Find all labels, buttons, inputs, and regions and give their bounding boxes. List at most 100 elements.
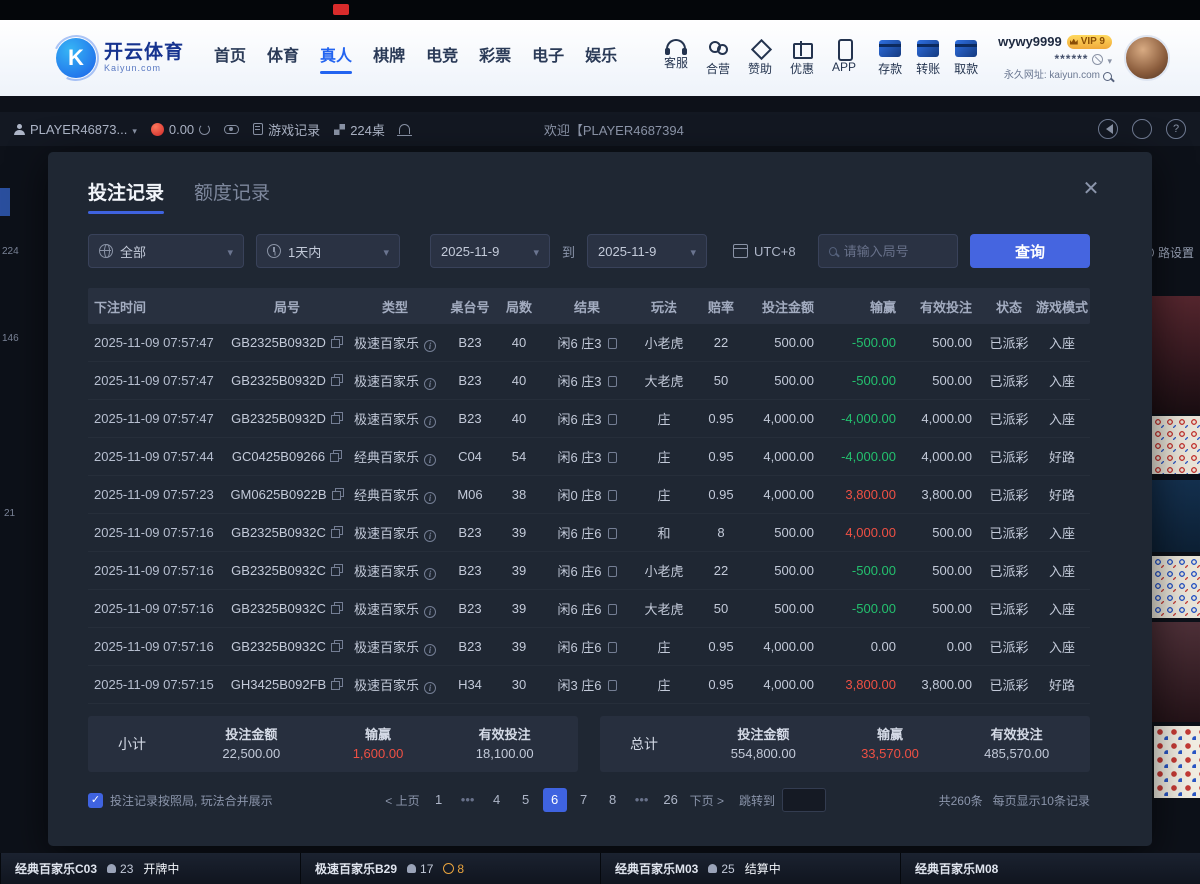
date-to-picker[interactable]: 2025-11-9 [587,234,707,268]
copy-icon[interactable] [331,564,343,576]
info-icon[interactable] [424,492,436,504]
round-search-input[interactable] [844,244,947,259]
refresh-icon[interactable] [199,124,210,135]
page-button[interactable]: 4 [485,788,509,812]
info-icon[interactable] [424,644,436,656]
table-row[interactable]: 2025-11-09 07:57:23 GM0625B0922B 经典百家乐 M… [88,476,1090,514]
withdraw-button[interactable]: 取款 [954,40,978,77]
page-button[interactable]: 6 [543,788,567,812]
live-table-tile[interactable]: 经典百家乐M08 [900,853,1200,884]
gift-button[interactable] [1132,119,1152,139]
menu-item[interactable]: 首页 [214,42,246,74]
copy-icon[interactable] [331,526,343,538]
bell-icon[interactable] [399,124,410,134]
modal-tab[interactable]: 投注记录 [88,178,164,214]
menu-item[interactable]: 电竞 [426,42,458,74]
jump-page-input[interactable] [782,788,826,812]
merge-checkbox[interactable] [88,793,103,808]
table-row[interactable]: 2025-11-09 07:57:44 GC0425B09266 经典百家乐 C… [88,438,1090,476]
service-app[interactable]: APP [832,39,856,77]
cards-icon[interactable] [608,414,617,425]
table-row[interactable]: 2025-11-09 07:57:47 GB2325B0932D 极速百家乐 B… [88,324,1090,362]
info-icon[interactable] [424,416,436,428]
cards-icon[interactable] [608,642,617,653]
next-page-button[interactable]: 下页 > [690,792,724,809]
search-icon[interactable] [1103,72,1112,81]
time-range-select[interactable]: 1天内 [256,234,400,268]
service-sponsor[interactable]: 赞助 [748,39,772,77]
transfer-button[interactable]: 转账 [916,40,940,77]
table-row[interactable]: 2025-11-09 07:57:16 GB2325B0932C 极速百家乐 B… [88,514,1090,552]
info-icon[interactable] [424,682,436,694]
copy-icon[interactable] [331,412,343,424]
table-row[interactable]: 2025-11-09 07:57:47 GB2325B0932D 极速百家乐 B… [88,400,1090,438]
service-support[interactable]: 客服 [664,39,688,77]
eye-icon[interactable] [224,125,239,134]
copy-icon[interactable] [331,602,343,614]
deposit-button[interactable]: 存款 [878,40,902,77]
info-icon[interactable] [424,568,436,580]
page-button[interactable]: ••• [630,788,654,812]
service-partner[interactable]: 合营 [706,39,730,77]
cards-icon[interactable] [608,528,617,539]
cards-icon[interactable] [608,604,617,615]
player-dropdown[interactable]: PLAYER46873... [14,122,137,137]
user-avatar[interactable] [1124,35,1170,81]
table-row[interactable]: 2025-11-09 07:57:16 GB2325B0932C 极速百家乐 B… [88,552,1090,590]
help-button[interactable]: ? [1166,119,1186,139]
service-promo[interactable]: 优惠 [790,39,814,77]
close-icon[interactable] [1078,176,1104,202]
modal-tab[interactable]: 额度记录 [194,178,270,214]
info-icon[interactable] [424,606,436,618]
announcement-button[interactable] [1098,119,1118,139]
cards-icon[interactable] [608,490,617,501]
site-logo[interactable]: K 开云体育 Kaiyun.com [56,38,184,78]
copy-icon[interactable] [331,374,343,386]
live-table-tile[interactable]: 极速百家乐B29 17 8 [300,853,600,884]
menu-item[interactable]: 娱乐 [585,42,617,74]
info-icon[interactable] [424,530,436,542]
page-button[interactable]: 26 [659,788,683,812]
cards-icon[interactable] [608,452,617,463]
table-count[interactable]: 224桌 [334,120,385,139]
page-button[interactable]: 5 [514,788,538,812]
copy-icon[interactable] [331,336,343,348]
cards-icon[interactable] [608,376,617,387]
live-table-tile[interactable]: 经典百家乐M03 25 结算中 [600,853,900,884]
date-from-picker[interactable]: 2025-11-9 [430,234,550,268]
page-button[interactable]: 1 [427,788,451,812]
cards-icon[interactable] [608,566,617,577]
timezone-selector[interactable]: UTC+8 [733,244,796,259]
cards-icon[interactable] [608,680,617,691]
page-button[interactable]: 7 [572,788,596,812]
page-button[interactable]: 8 [601,788,625,812]
menu-item[interactable]: 电子 [532,42,564,74]
user-panel[interactable]: wywy9999 VIP 9 ****** 永久网址: kaiyun.com [998,34,1112,83]
round-search-box[interactable] [818,234,958,268]
menu-item[interactable]: 体育 [267,42,299,74]
copy-icon[interactable] [331,678,343,690]
table-row[interactable]: 2025-11-09 07:57:15 GH3425B092FB 极速百家乐 H… [88,666,1090,704]
copy-icon[interactable] [331,640,343,652]
table-row[interactable]: 2025-11-09 07:57:16 GB2325B0932C 极速百家乐 B… [88,628,1090,666]
chevron-down-icon[interactable] [1107,50,1112,70]
balance-display[interactable]: 0.00 [151,122,210,137]
menu-item[interactable]: 真人 [320,42,352,74]
copy-icon[interactable] [330,450,342,462]
menu-item[interactable]: 棋牌 [373,42,405,74]
page-button[interactable]: ••• [456,788,480,812]
hide-balance-icon[interactable] [1092,54,1103,65]
prev-page-button[interactable]: < 上页 [385,792,419,809]
game-type-select[interactable]: 全部 [88,234,244,268]
info-icon[interactable] [424,378,436,390]
info-icon[interactable] [424,454,436,466]
table-row[interactable]: 2025-11-09 07:57:47 GB2325B0932D 极速百家乐 B… [88,362,1090,400]
copy-icon[interactable] [332,488,344,500]
cards-icon[interactable] [608,338,617,349]
game-record-button[interactable]: 游戏记录 [253,120,320,139]
query-button[interactable]: 查询 [970,234,1090,268]
info-icon[interactable] [424,340,436,352]
table-row[interactable]: 2025-11-09 07:57:16 GB2325B0932C 极速百家乐 B… [88,590,1090,628]
menu-item[interactable]: 彩票 [479,42,511,74]
live-table-tile[interactable]: 经典百家乐C03 23 开牌中 [0,853,300,884]
